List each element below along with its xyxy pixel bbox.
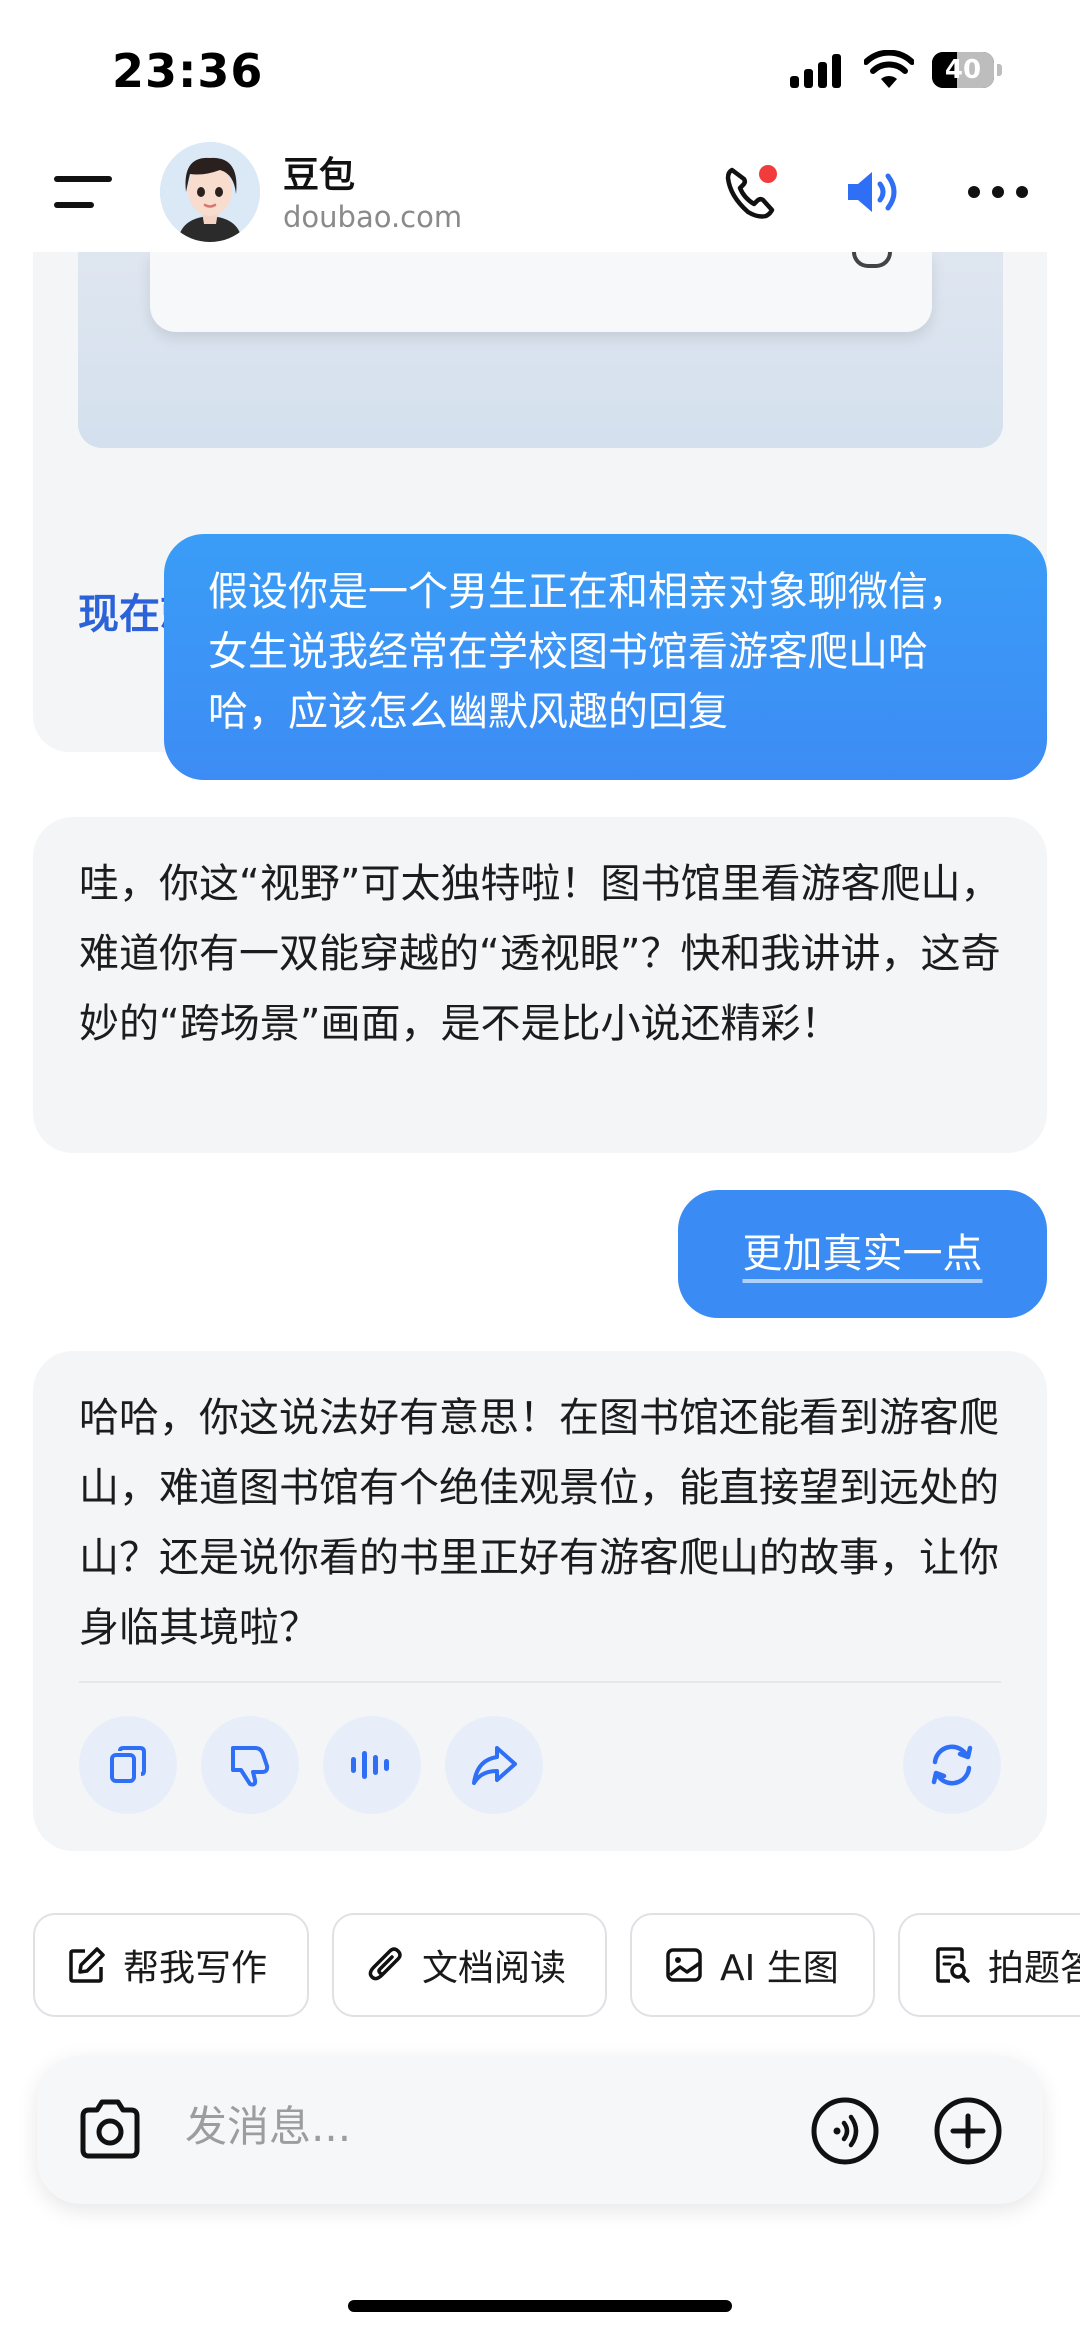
speaker-icon[interactable] — [842, 162, 906, 222]
camera-icon[interactable] — [75, 2096, 145, 2162]
chip-photo-question[interactable]: 拍题答 — [898, 1913, 1080, 2017]
copy-button[interactable] — [79, 1716, 177, 1814]
assistant-message-latest: 哈哈，你这说法好有意思！在图书馆还能看到游客爬山，难道图书馆有个绝佳观景位，能直… — [33, 1351, 1047, 1851]
assistant-message-text: 哈哈，你这说法好有意思！在图书馆还能看到游客爬山，难道图书馆有个绝佳观景位，能直… — [79, 1395, 999, 1651]
chip-ai-image[interactable]: AI 生图 — [630, 1913, 875, 2017]
paperclip-icon — [368, 1947, 402, 1981]
chip-label: AI 生图 — [720, 1948, 839, 1989]
phone-notification-badge — [759, 165, 777, 183]
user-message: 假设你是一个男生正在和相亲对象聊微信，女生说我经常在学校图书馆看游客爬山哈哈，应… — [164, 534, 1047, 780]
suggestion-chips: 帮我写作 文档阅读 AI 生图 拍题答 — [0, 1913, 1080, 2019]
voice-input-icon[interactable] — [810, 2096, 880, 2166]
chat-area[interactable]: 现在就体验 → 假设你是一个男生正在和相亲对象聊微信，女生说我经常在学校图书馆看… — [0, 252, 1080, 1892]
message-input-bar — [37, 2056, 1043, 2204]
voice-play-icon — [351, 1751, 389, 1779]
regenerate-icon — [931, 1744, 973, 1786]
chat-header: 豆包 doubao.com — [0, 130, 1080, 252]
chip-writing[interactable]: 帮我写作 — [33, 1913, 309, 2017]
image-icon — [666, 1948, 702, 1982]
chip-doc-reading[interactable]: 文档阅读 — [332, 1913, 607, 2017]
chip-label: 拍题答 — [988, 1948, 1080, 1989]
wifi-icon — [864, 50, 914, 88]
read-aloud-button[interactable] — [323, 1716, 421, 1814]
menu-icon[interactable] — [54, 172, 112, 212]
share-button[interactable] — [445, 1716, 543, 1814]
chip-label: 文档阅读 — [422, 1948, 567, 1989]
assistant-message: 哇，你这“视野”可太独特啦！图书馆里看游客爬山，难道你有一双能穿越的“透视眼”？… — [33, 817, 1047, 1153]
bot-domain: doubao.com — [283, 200, 463, 234]
user-message: 更加真实一点 — [678, 1190, 1047, 1318]
edit-icon — [69, 1947, 105, 1983]
battery-icon: 40 — [932, 50, 1002, 90]
status-time: 23:36 — [112, 44, 264, 98]
regenerate-button[interactable] — [903, 1716, 1001, 1814]
battery-level-text: 40 — [944, 55, 982, 85]
bot-name: 豆包 — [283, 155, 356, 196]
more-icon[interactable] — [968, 186, 1028, 200]
divider — [79, 1681, 1001, 1683]
copy-icon — [110, 1746, 146, 1783]
avatar[interactable] — [160, 142, 260, 242]
dislike-icon — [231, 1746, 270, 1787]
avatar-image — [160, 142, 260, 242]
status-bar: 23:36 40 — [0, 0, 1080, 130]
chip-label: 帮我写作 — [123, 1948, 268, 1989]
plus-icon[interactable] — [933, 2096, 1003, 2166]
feature-preview-image — [78, 252, 1003, 448]
home-indicator — [348, 2300, 732, 2312]
share-icon — [472, 1746, 517, 1785]
dislike-button[interactable] — [201, 1716, 299, 1814]
search-doc-icon — [936, 1947, 970, 1983]
user-message-text: 更加真实一点 — [742, 1231, 983, 1277]
cellular-signal-icon — [790, 54, 842, 88]
message-input[interactable] — [185, 2102, 805, 2151]
phone-icon[interactable] — [722, 162, 782, 222]
